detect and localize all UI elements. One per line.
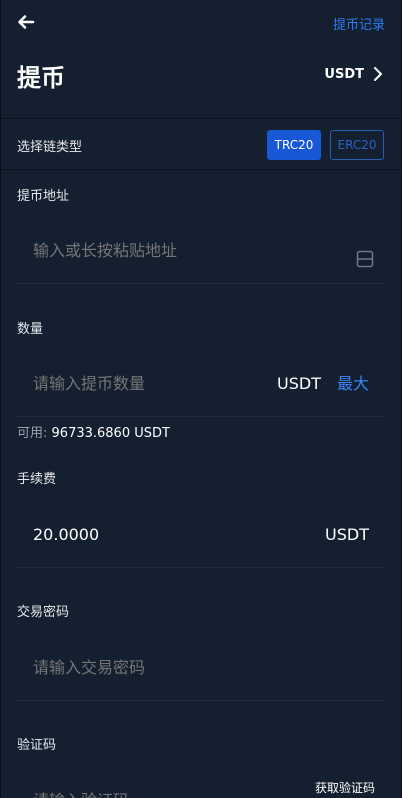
verify-input[interactable] (33, 768, 293, 798)
get-code-button[interactable]: 获取验证码 (315, 779, 375, 796)
coin-selector[interactable]: USDT (324, 66, 384, 82)
withdraw-history-link[interactable]: 提币记录 (333, 14, 385, 33)
fee-value: 20.0000 (33, 525, 100, 544)
amount-unit: USDT (277, 374, 321, 393)
chain-option-erc20[interactable]: ERC20 (330, 130, 384, 160)
chevron-right-icon (374, 67, 382, 81)
chain-type-label: 选择链类型 (17, 140, 83, 155)
top-bar: 提币记录 (0, 0, 402, 44)
address-label: 提币地址 (17, 189, 70, 204)
chain-type-row: 选择链类型 TRC20 ERC20 (0, 118, 402, 170)
address-input[interactable] (33, 218, 333, 284)
available-value: 96733.6860 USDT (51, 426, 170, 441)
coin-label: USDT (324, 66, 364, 82)
chain-option-trc20[interactable]: TRC20 (267, 130, 321, 160)
page-title: 提币 (17, 64, 65, 92)
max-button[interactable]: 最大 (337, 351, 369, 417)
amount-label: 数量 (17, 322, 44, 337)
available-balance: 可用: 96733.6860 USDT (17, 422, 170, 441)
scan-icon[interactable] (356, 250, 374, 268)
verify-label: 验证码 (17, 738, 57, 753)
address-row (17, 218, 385, 284)
title-row: 提币 USDT (0, 52, 402, 102)
password-label: 交易密码 (17, 605, 70, 620)
fee-unit: USDT (325, 525, 369, 544)
amount-row: USDT 最大 (17, 351, 385, 417)
fee-row: 20.0000 USDT (17, 502, 385, 568)
available-label: 可用: (17, 426, 48, 441)
arrow-left-icon[interactable] (16, 12, 36, 32)
password-row (17, 635, 385, 701)
password-input[interactable] (33, 635, 363, 701)
fee-label: 手续费 (17, 472, 57, 487)
amount-input[interactable] (33, 351, 263, 417)
